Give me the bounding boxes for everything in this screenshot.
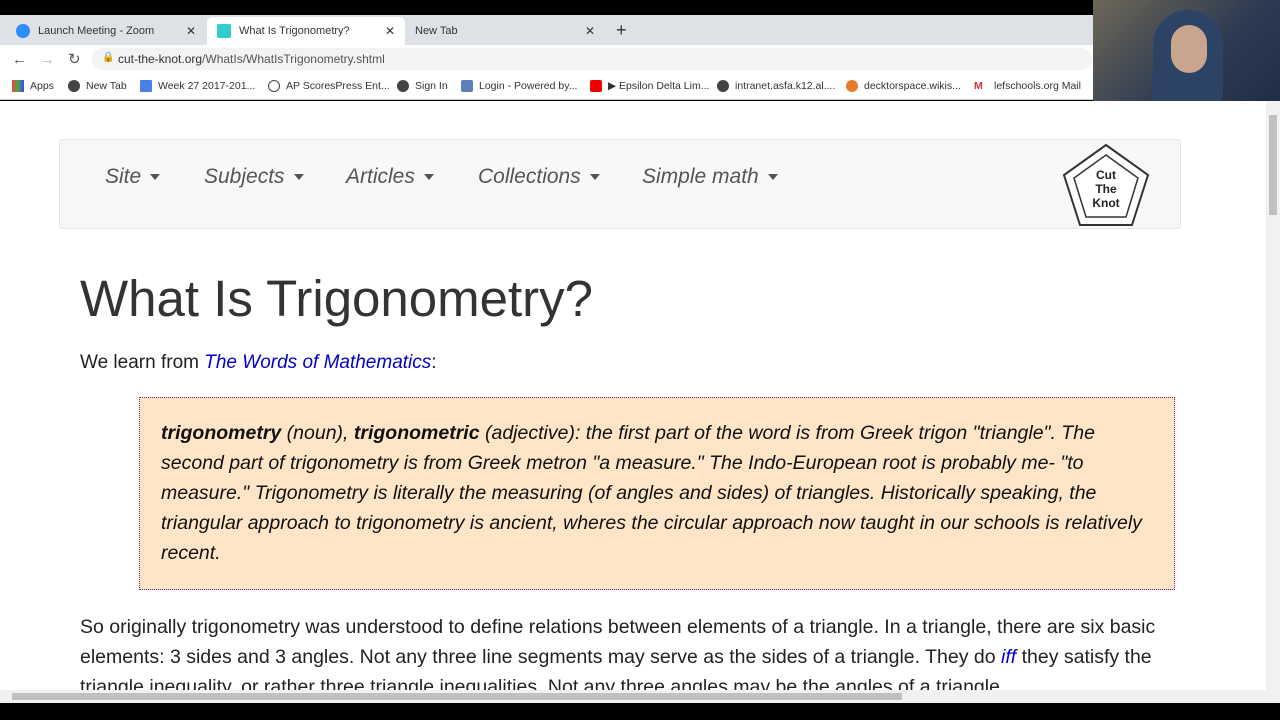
zoom-icon [16,24,30,38]
close-icon[interactable]: ✕ [585,24,595,38]
url-input[interactable]: 🔒 cut-the-knot.org/WhatIs/WhatIsTrigonome… [92,48,1092,70]
reload-icon[interactable]: ↻ [68,50,84,68]
intro-suffix: : [431,352,437,373]
bookmark-label: decktorspace.wikis... [864,80,961,92]
words-of-mathematics-link[interactable]: The Words of Mathematics [204,352,431,373]
vertical-scrollbar[interactable] [1266,101,1280,690]
bookmark-label: ▶ Epsilon Delta Lim... [608,80,710,92]
site-navbar: Site Subjects Articles Collections Simpl… [59,139,1181,229]
body-paragraph: So originally trigonometry was understoo… [80,612,1180,690]
scroll-thumb[interactable] [12,693,902,700]
intro-prefix: We learn from [80,352,205,373]
bookmark-label: intranet.asfa.k12.al.... [735,80,836,92]
tab-new[interactable]: New Tab ✕ [405,17,605,45]
youtube-icon [590,80,602,92]
login-icon [461,80,473,92]
bookmark-label: Login - Powered by... [479,80,578,92]
back-icon[interactable]: ← [12,51,28,68]
bookmark-label: lefschools.org Mail [994,80,1081,92]
tab-title: What Is Trigonometry? [239,25,350,37]
bookmark[interactable]: New Tab [68,80,127,92]
bookmark[interactable]: Sign In [397,80,448,92]
bookmark-label: AP ScoresPress Ent... [286,80,390,92]
bookmark-label: Sign In [415,80,448,92]
apps-icon [12,80,24,92]
bookmark[interactable]: ▶ Epsilon Delta Lim... [590,80,709,92]
screen-top-border [0,0,1280,15]
bookmark[interactable]: Mlefschools.org Mail [974,80,1081,92]
address-bar-row: ← → ↻ 🔒 cut-the-knot.org/WhatIs/WhatIsTri… [0,45,1280,73]
bookmark[interactable]: intranet.asfa.k12.al.... [717,80,835,92]
globe-icon [397,80,409,92]
close-icon[interactable]: ✕ [385,24,395,38]
logo-text: The [1095,182,1117,196]
webcam-video-overlay [1093,0,1280,105]
bookmark[interactable]: Login - Powered by... [461,80,577,92]
scroll-thumb[interactable] [1269,115,1277,215]
forward-icon[interactable]: → [40,51,56,68]
bookmark-label: Apps [30,80,54,92]
tab-bar: Launch Meeting - Zoom ✕ What Is Trigonome… [0,15,1280,45]
para-text: So originally trigonometry was understoo… [80,616,1156,668]
close-icon[interactable]: ✕ [186,24,196,38]
bookmarks-bar: Apps New Tab Week 27 2017-201... AP Scor… [0,73,1280,100]
bookmark[interactable]: Week 27 2017-201... [140,80,255,92]
globe-icon [717,80,729,92]
menu-articles[interactable]: Articles [346,165,434,189]
bookmark[interactable]: decktorspace.wikis... [846,80,961,92]
url-path: /WhatIs/WhatIsTrigonometry.shtml [202,52,385,66]
gmail-icon: M [974,80,983,92]
new-tab-button[interactable]: + [616,20,627,41]
logo-text: Knot [1092,196,1119,210]
docs-icon [140,80,152,92]
wiki-icon [846,80,858,92]
cut-the-knot-logo[interactable]: Cut The Knot [1060,142,1152,228]
url-host: cut-the-knot.org [118,52,203,66]
logo-text: Cut [1096,168,1116,182]
bookmark-label: Week 27 2017-201... [158,80,256,92]
bookmark-apps[interactable]: Apps [12,80,54,92]
bookmark-label: New Tab [86,80,127,92]
globe-icon [68,80,80,92]
menu-collections[interactable]: Collections [478,165,600,189]
tab-title: Launch Meeting - Zoom [38,25,155,37]
term: trigonometric [353,422,480,444]
page-content: Site Subjects Articles Collections Simpl… [0,101,1266,690]
menu-subjects[interactable]: Subjects [204,165,304,189]
quote-text: (noun), [281,422,354,444]
horizontal-scrollbar[interactable] [0,690,1280,703]
lock-icon: 🔒 [102,52,115,63]
menu-simple-math[interactable]: Simple math [642,165,778,189]
term: trigonometry [161,422,282,444]
tab-zoom[interactable]: Launch Meeting - Zoom ✕ [6,17,206,45]
definition-quote: trigonometry (noun), trigonometric (adje… [139,397,1175,590]
menu-site[interactable]: Site [105,165,160,189]
tab-title: New Tab [415,25,458,37]
bookmark[interactable]: AP ScoresPress Ent... [268,80,390,92]
acorn-icon [268,80,280,92]
tab-trigonometry[interactable]: What Is Trigonometry? ✕ [207,17,405,45]
cut-the-knot-icon [217,24,231,38]
intro-text: We learn from The Words of Mathematics: [80,352,437,374]
page-title: What Is Trigonometry? [80,270,594,327]
iff-link[interactable]: iff [1001,646,1016,668]
